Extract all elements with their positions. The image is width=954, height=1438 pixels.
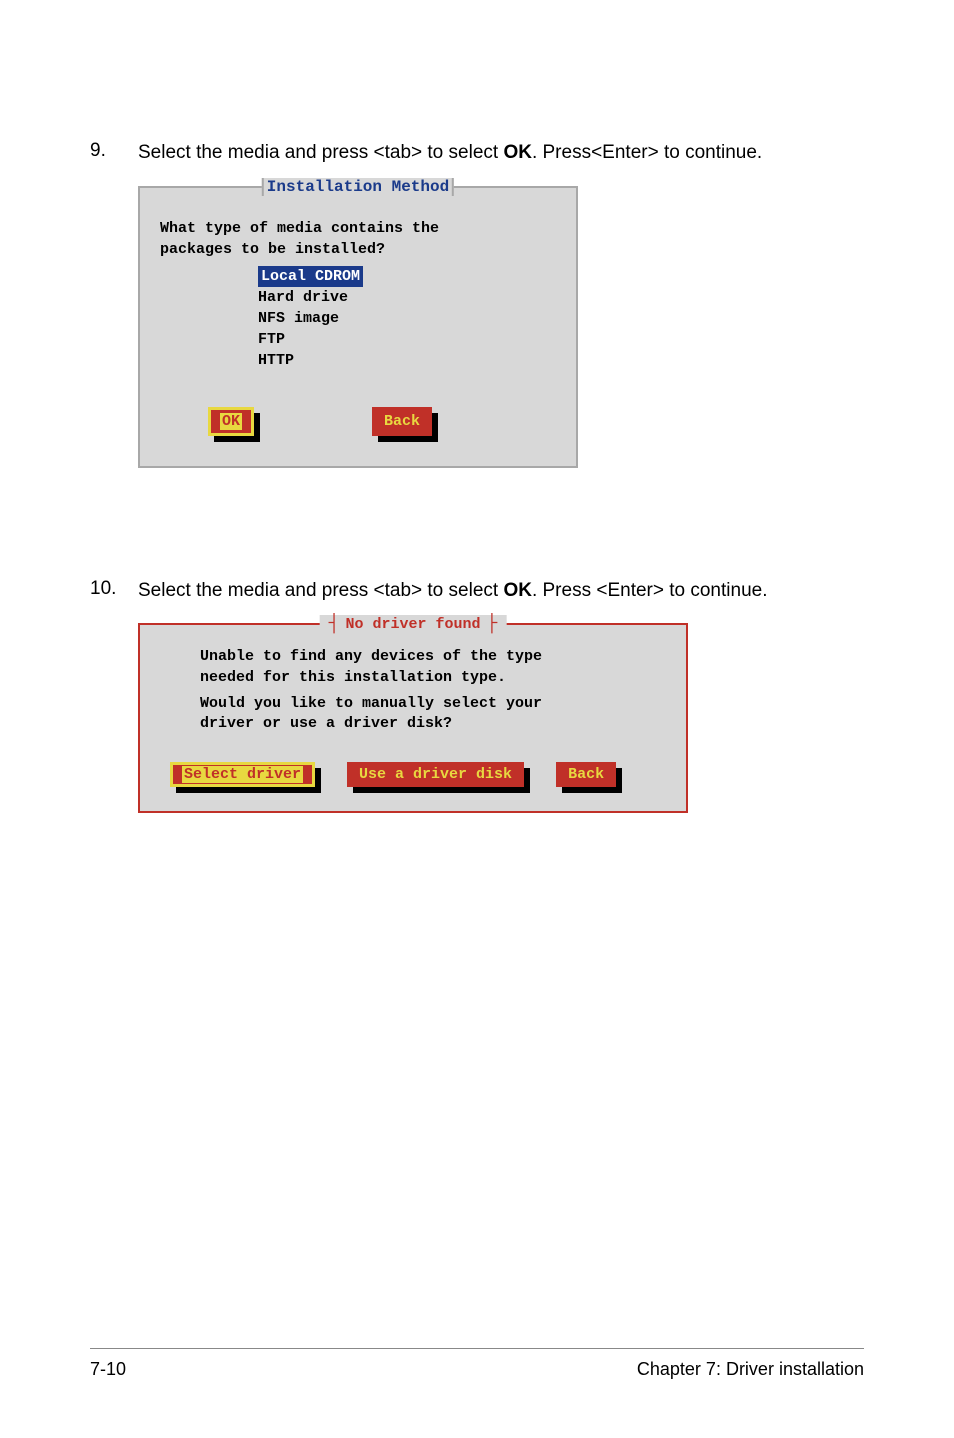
ok-button[interactable]: OK: [208, 407, 254, 436]
step-10: 10. Select the media and press <tab> to …: [90, 578, 864, 604]
step-text-after: . Press<Enter> to continue.: [532, 142, 762, 163]
prompt-line-2: packages to be installed?: [160, 239, 556, 260]
use-disk-label: Use a driver disk: [347, 762, 524, 787]
step-text-before: Select the media and press <tab> to sele…: [138, 580, 503, 601]
dialog-title: Installation Method: [262, 178, 454, 196]
media-item-nfs-image[interactable]: NFS image: [258, 308, 556, 329]
back-button[interactable]: Back: [556, 762, 616, 787]
dialog-line-2: needed for this installation type.: [200, 669, 506, 686]
button-face: Select driver: [170, 762, 315, 787]
dialog-body: What type of media contains the packages…: [160, 218, 556, 436]
step-text-after: . Press <Enter> to continue.: [532, 580, 768, 601]
title-bracket-right: ├: [481, 614, 504, 634]
installation-method-dialog: Installation Method What type of media c…: [138, 186, 578, 468]
no-driver-found-dialog: ┤No driver found├ Unable to find any dev…: [138, 623, 688, 813]
chapter-title: Chapter 7: Driver installation: [637, 1359, 864, 1380]
step-9: 9. Select the media and press <tab> to s…: [90, 140, 864, 166]
select-driver-button[interactable]: Select driver: [170, 762, 315, 787]
dialog-line-1: Unable to find any devices of the type: [200, 648, 542, 665]
dialog-line-3: Would you like to manually select your: [200, 695, 542, 712]
step-text: Select the media and press <tab> to sele…: [138, 140, 864, 166]
button-face: OK: [208, 407, 254, 436]
media-item-local-cdrom[interactable]: Local CDROM: [258, 266, 363, 287]
step-bold: OK: [503, 142, 532, 163]
title-bracket-left: ┤: [323, 614, 346, 634]
back-button[interactable]: Back: [372, 407, 432, 436]
back-label: Back: [556, 762, 616, 787]
dialog-prompt: What type of media contains the packages…: [160, 218, 556, 260]
back-button-label: Back: [372, 407, 432, 436]
media-item-ftp[interactable]: FTP: [258, 329, 556, 350]
dialog-title-wrap: ┤No driver found├: [320, 615, 507, 634]
page-footer: 7-10 Chapter 7: Driver installation: [90, 1348, 864, 1380]
dialog-title: No driver found: [345, 616, 480, 633]
page-number: 7-10: [90, 1359, 126, 1380]
prompt-line-1: What type of media contains the: [160, 218, 556, 239]
step-number: 9.: [90, 140, 138, 166]
select-driver-label: Select driver: [182, 766, 303, 783]
dialog-line-4: driver or use a driver disk?: [200, 715, 452, 732]
media-item-http[interactable]: HTTP: [258, 350, 556, 371]
step-text: Select the media and press <tab> to sele…: [138, 578, 864, 604]
ok-button-label: OK: [220, 413, 242, 430]
dialog-buttons: Select driver Use a driver disk Back: [158, 762, 668, 787]
use-driver-disk-button[interactable]: Use a driver disk: [347, 762, 524, 787]
media-list: Local CDROM Hard drive NFS image FTP HTT…: [258, 266, 556, 371]
step-bold: OK: [503, 580, 532, 601]
dialog-text: Unable to find any devices of the type n…: [200, 647, 626, 734]
media-item-hard-drive[interactable]: Hard drive: [258, 287, 556, 308]
dialog-buttons: OK Back: [160, 407, 556, 436]
step-text-before: Select the media and press <tab> to sele…: [138, 142, 503, 163]
step-number: 10.: [90, 578, 138, 604]
